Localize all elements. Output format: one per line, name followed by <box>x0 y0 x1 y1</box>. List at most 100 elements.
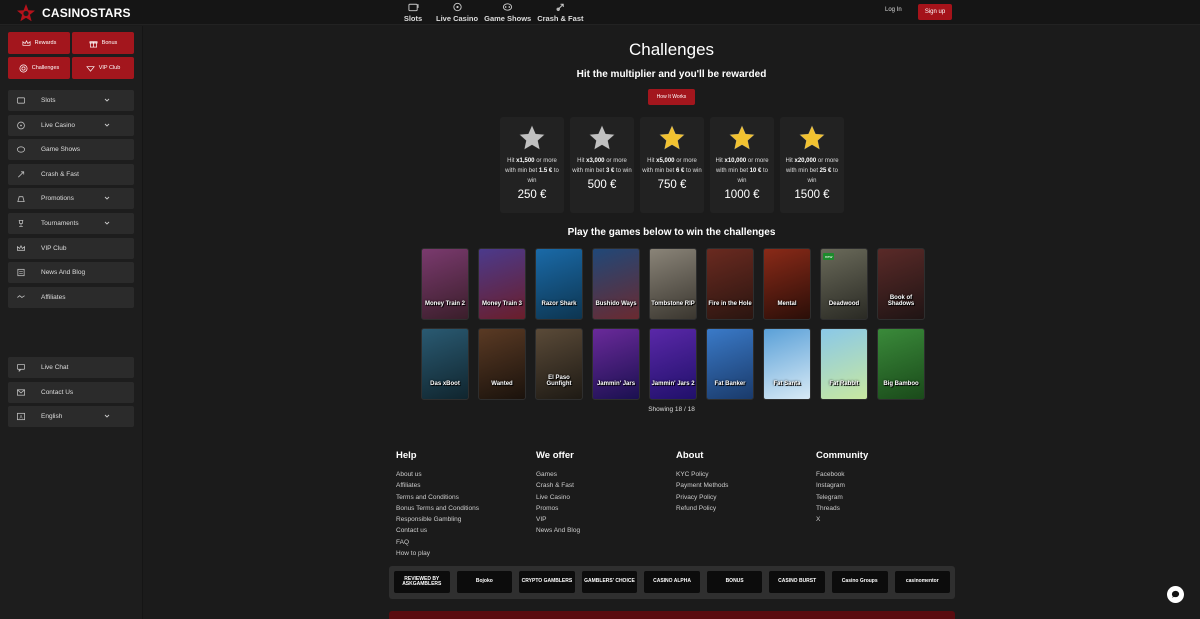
partner-logo[interactable]: CASINO BURST <box>769 571 825 593</box>
footer-link[interactable]: X <box>816 514 956 525</box>
quick-label: Bonus <box>101 40 118 46</box>
topnav-live-casino[interactable]: Live Casino <box>436 2 478 23</box>
footer-link[interactable]: Privacy Policy <box>676 492 816 503</box>
chevron-down-icon[interactable] <box>104 97 110 103</box>
logo[interactable]: CASINOSTARS <box>16 3 131 23</box>
footer-link[interactable]: FAQ <box>396 537 536 548</box>
footer-heading: Community <box>816 450 869 461</box>
topnav-slots[interactable]: Slots <box>396 2 430 23</box>
game-show-icon <box>503 3 513 11</box>
how-it-works-button[interactable]: How It Works <box>648 89 695 105</box>
game-tile[interactable]: new Deadwood <box>820 248 868 320</box>
game-tile[interactable]: Book of Shadows <box>877 248 925 320</box>
game-tile[interactable]: El Paso Gunfight <box>535 328 583 400</box>
footer-link[interactable]: Terms and Conditions <box>396 492 536 503</box>
footer-link[interactable]: Crash & Fast <box>536 480 676 491</box>
game-tile[interactable]: Big Bamboo <box>877 328 925 400</box>
topnav-game-shows[interactable]: Game Shows <box>484 2 531 23</box>
sidebar-item-label: Promotions <box>41 195 74 203</box>
footer-link[interactable]: Live Casino <box>536 492 676 503</box>
challenge-card: Hit x1,500 or more with min bet 1.5 € to… <box>500 117 564 213</box>
chevron-down-icon[interactable] <box>104 220 110 226</box>
star-icon <box>799 125 825 150</box>
top-nav: Slots Live Casino Game Shows Crash & Fas… <box>396 2 583 23</box>
footer-link[interactable]: Affiliates <box>396 480 536 491</box>
footer-link[interactable]: Payment Methods <box>676 480 816 491</box>
sidebar-item-live-chat[interactable]: Live Chat <box>8 357 134 378</box>
chevron-down-icon[interactable] <box>104 413 110 419</box>
partner-logo[interactable]: CASINO ALPHA <box>644 571 700 593</box>
signup-button[interactable]: Sign up <box>918 4 952 20</box>
footer-link[interactable]: Promos <box>536 503 676 514</box>
game-tile[interactable]: Fat Santa <box>763 328 811 400</box>
sidebar-item-crash-fast[interactable]: Crash & Fast <box>8 163 134 185</box>
sidebar-item-contact-us[interactable]: Contact Us <box>8 381 134 403</box>
quick-label: Challenges <box>31 65 60 71</box>
footer-link[interactable]: How to play <box>396 548 536 559</box>
chevron-down-icon[interactable] <box>104 195 110 201</box>
footer-link[interactable]: About us <box>396 469 536 480</box>
footer-link[interactable]: Contact us <box>396 525 536 536</box>
game-tile[interactable]: Jammin' Jars <box>592 328 640 400</box>
target-icon <box>19 64 28 72</box>
money-bag-icon <box>17 196 25 203</box>
partner-logo[interactable]: Casino Groups <box>831 571 888 593</box>
quick-bonus-button[interactable]: Bonus <box>72 32 134 54</box>
footer-link[interactable]: Telegram <box>816 492 956 503</box>
topnav-label: Slots <box>403 14 423 23</box>
footer-link[interactable]: Games <box>536 469 676 480</box>
sidebar-item-vip-club[interactable]: VIP Club <box>8 237 134 259</box>
footer-link[interactable]: KYC Policy <box>676 469 816 480</box>
sidebar-item-english[interactable]: A English <box>8 406 134 428</box>
footer-link[interactable]: Facebook <box>816 469 956 480</box>
sidebar-item-tournaments[interactable]: Tournaments <box>8 212 134 234</box>
game-tile[interactable]: Money Train 2 <box>421 248 469 320</box>
sidebar-item-promotions[interactable]: Promotions <box>8 188 134 210</box>
footer-link[interactable]: Refund Policy <box>676 503 816 514</box>
partner-logo[interactable]: CRYPTO GAMBLERS <box>519 571 575 593</box>
games-title: Play the games below to win the challeng… <box>567 227 776 238</box>
challenge-description: Hit x10,000 or more with min bet 10 € to… <box>715 158 769 184</box>
footer-link[interactable]: Threads <box>816 503 956 514</box>
crown-icon <box>22 39 31 46</box>
partner-logo[interactable]: GAMBLERS' CHOICE <box>581 571 638 593</box>
game-tile[interactable]: Razor Shark <box>535 248 583 320</box>
quick-challenges-button[interactable]: Challenges <box>8 57 70 79</box>
game-tile[interactable]: Fire in the Hole <box>706 248 754 320</box>
game-tile[interactable]: Jammin' Jars 2 <box>649 328 697 400</box>
sidebar-item-news-and-blog[interactable]: News And Blog <box>8 262 134 284</box>
game-tile[interactable]: Wanted <box>478 328 526 400</box>
sidebar-item-affiliates[interactable]: Affiliates <box>8 286 134 308</box>
quick-vip-club-button[interactable]: VIP Club <box>72 57 134 79</box>
gift-icon <box>89 40 98 47</box>
game-tile[interactable]: Das xBoot <box>421 328 469 400</box>
partner-logo[interactable]: Bojoko <box>456 571 513 593</box>
game-tile[interactable]: Money Train 3 <box>478 248 526 320</box>
sidebar-item-game-shows[interactable]: Game Shows <box>8 139 134 161</box>
footer-link[interactable]: Instagram <box>816 480 956 491</box>
game-tile[interactable]: Bushido Ways <box>592 248 640 320</box>
login-button[interactable]: Log In <box>885 7 902 13</box>
game-tile[interactable]: Fat Rabbit <box>820 328 868 400</box>
sidebar-item-label: News And Blog <box>41 269 86 277</box>
live-chat-button[interactable] <box>1167 586 1184 603</box>
sidebar-item-slots[interactable]: Slots <box>8 90 134 111</box>
sidebar-item-label: Crash & Fast <box>41 170 79 178</box>
sidebar-item-live-casino[interactable]: Live Casino <box>8 114 134 136</box>
sidebar: Rewards Bonus Challenges VIP Club Slots L… <box>0 26 143 619</box>
footer-link[interactable]: Responsible Gambling <box>396 514 536 525</box>
footer-link[interactable]: Bonus Terms and Conditions <box>396 503 536 514</box>
topnav-crash-fast[interactable]: Crash & Fast <box>537 2 583 23</box>
game-tile[interactable]: Fat Banker <box>706 328 754 400</box>
footer-link[interactable]: News And Blog <box>536 525 676 536</box>
footer-link[interactable]: VIP <box>536 514 676 525</box>
quick-rewards-button[interactable]: Rewards <box>8 32 70 54</box>
game-tile[interactable]: Tombstone RIP <box>649 248 697 320</box>
chevron-down-icon[interactable] <box>104 122 110 128</box>
roulette-icon <box>17 121 25 129</box>
sidebar-item-label: Tournaments <box>41 219 79 227</box>
partner-logo[interactable]: casinomentor <box>894 571 951 593</box>
game-tile[interactable]: Mental <box>763 248 811 320</box>
partner-logo[interactable]: REVIEWED BY ASKGAMBLERS <box>394 571 450 593</box>
partner-logo[interactable]: BONUS <box>706 571 763 593</box>
